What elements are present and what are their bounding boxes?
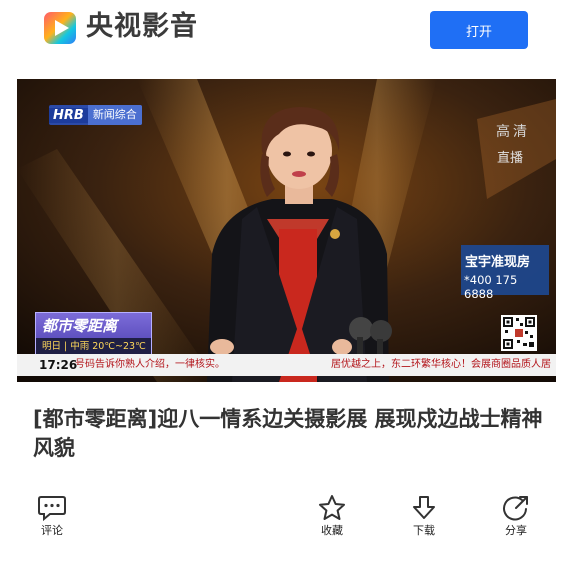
cctv-video-logo-icon: [44, 12, 76, 44]
program-weather: 明日 | 中雨 20℃~23℃: [36, 338, 151, 355]
download-button[interactable]: 下载: [406, 494, 442, 538]
comment-label: 评论: [41, 524, 63, 537]
channel-logo-mark: HRB: [49, 107, 88, 123]
ad-banner: 宝宇准现房 *400 175 6888: [461, 245, 549, 301]
video-player[interactable]: HRB 新闻综合 高清 直播 宝宇准现房 *400 175 6888 都市零距离…: [17, 79, 556, 382]
collect-label: 收藏: [321, 524, 343, 537]
comment-button[interactable]: 评论: [33, 494, 71, 538]
program-name: 都市零距离: [42, 317, 118, 335]
share-icon: [503, 496, 528, 521]
channel-logo: HRB 新闻综合: [49, 105, 142, 125]
channel-name: 新闻综合: [87, 105, 142, 125]
ad-title: 宝宇准现房: [465, 255, 531, 270]
brand-name: 央视影音: [86, 11, 198, 42]
share-button[interactable]: 分享: [498, 494, 534, 538]
collect-button[interactable]: 收藏: [314, 494, 350, 538]
video-title: [都市零距离]迎八一情系边关摄影展 展现戍边战士精神风貌: [33, 407, 543, 460]
ad-phone: *400 175 6888: [464, 273, 518, 301]
live-label: 直播: [496, 151, 523, 166]
news-ticker: 17:26 号码告诉你熟人介绍，一律核实。 居优越之上，东二环繁华核心！会展商圈…: [17, 354, 556, 376]
open-app-button[interactable]: 打开: [430, 11, 528, 49]
comment-icon: [38, 496, 66, 522]
ticker-text-left: 号码告诉你熟人介绍，一律核实。: [75, 359, 225, 370]
quality-label: 高清: [496, 124, 530, 140]
share-label: 分享: [505, 524, 527, 537]
star-icon: [319, 495, 345, 520]
ticker-time: 17:26: [39, 358, 78, 372]
qr-code-icon: [501, 315, 537, 351]
download-label: 下载: [413, 524, 435, 537]
app-header: 央视影音 打开: [0, 0, 568, 60]
download-icon: [413, 496, 435, 519]
ticker-text-right: 居优越之上，东二环繁华核心！会展商圈品质人居: [331, 359, 551, 370]
program-banner: 都市零距离 明日 | 中雨 20℃~23℃: [35, 312, 152, 356]
